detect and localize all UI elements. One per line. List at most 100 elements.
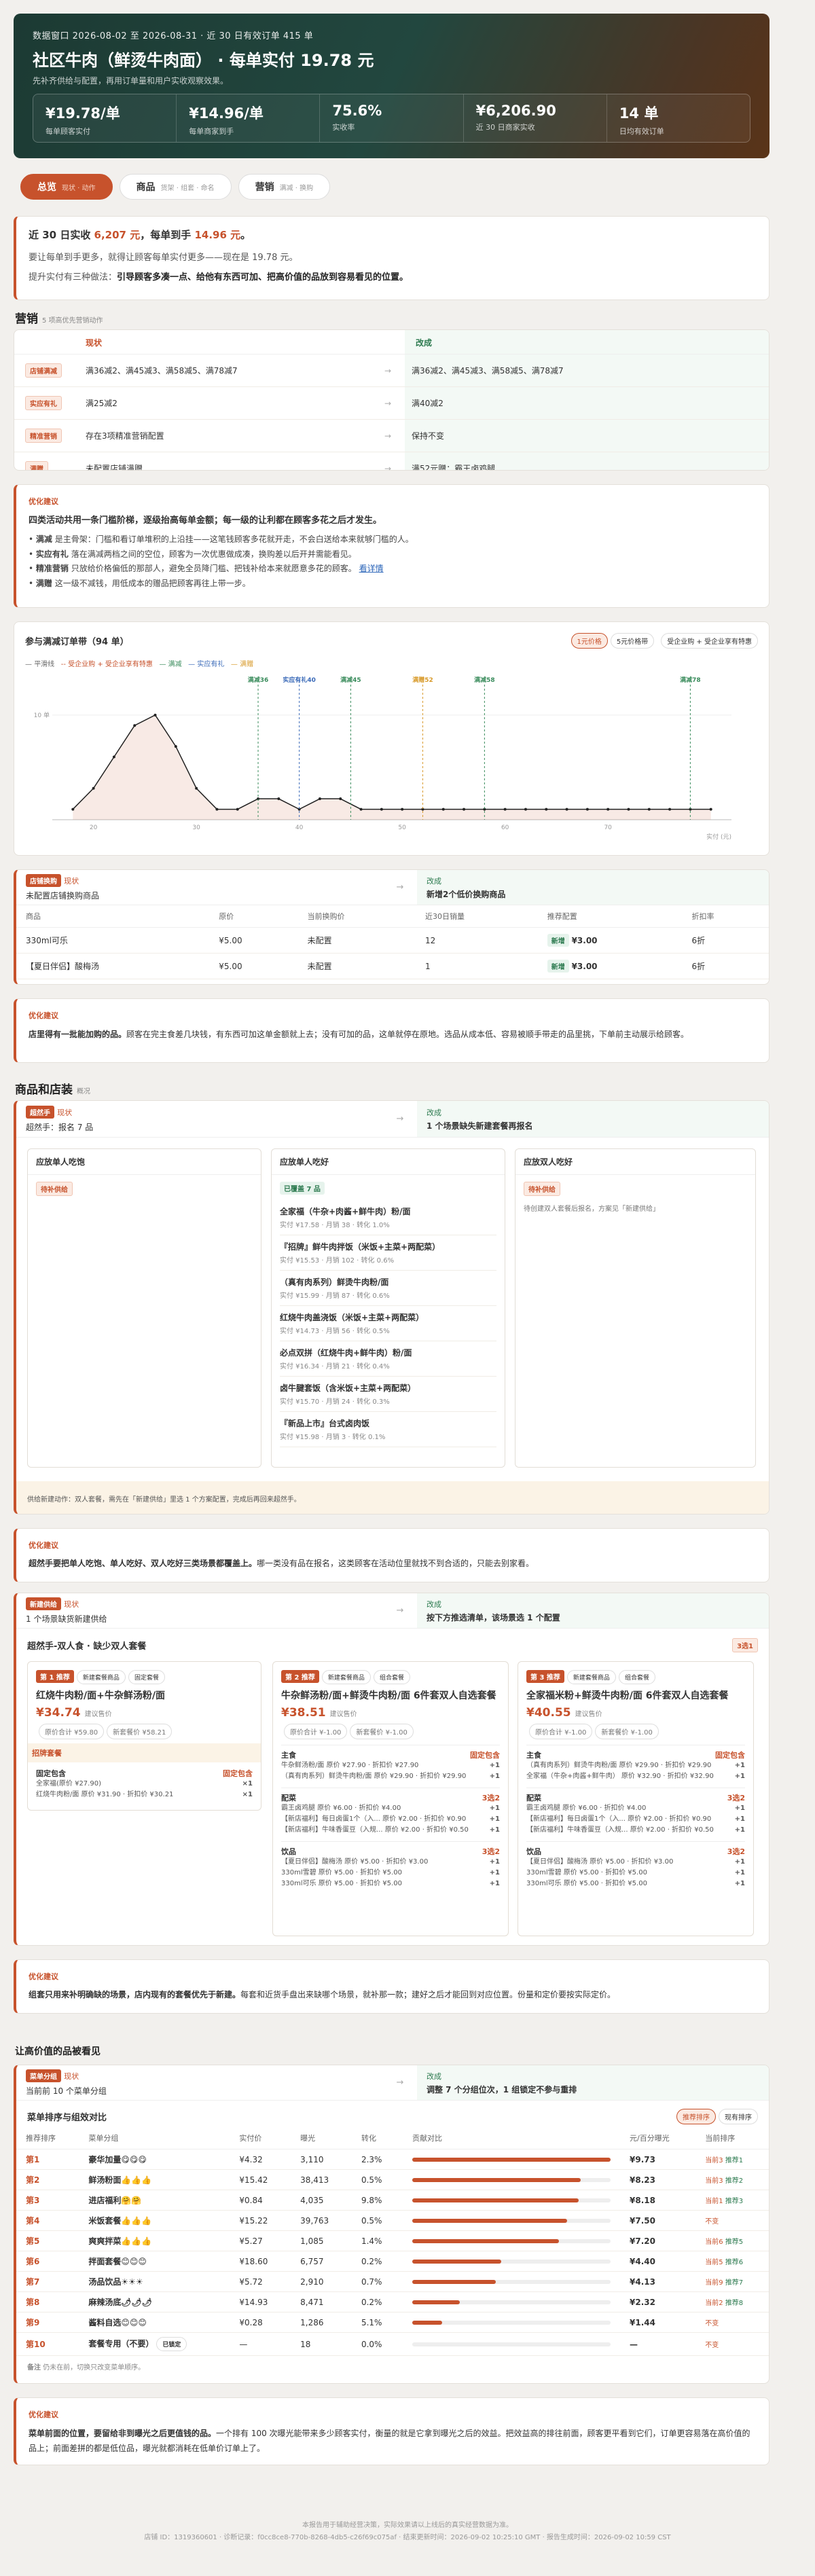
menu-table: 推荐排序 菜单分组 实付价 曝光 转化 贡献对比 元/百分曝光 当前排序 第1 豪华加量😋😋😋 ¥4… xyxy=(16,2127,769,2356)
threshold-label: 满减36 xyxy=(248,676,269,684)
list-item[interactable]: 必点双拼（红烧牛肉+鲜牛肉）粉/面 实付 ¥16.34 · 月销 21 · 转化 … xyxy=(280,1341,496,1377)
scene-single-good: 应放单人吃好 已覆盖 7 品 全家福（牛杂+肉酱+鲜牛肉）粉/面 实付 ¥17.5… xyxy=(271,1148,505,1468)
data-point xyxy=(174,745,177,748)
data-point xyxy=(668,808,672,811)
x-tick-label: 40 xyxy=(295,824,304,831)
package-option[interactable]: 第 1 推荐 新建套餐商品 固定套餐 红烧牛肉粉/面+牛杂鲜汤粉/面 ¥34.74 建议售… xyxy=(27,1661,261,1811)
contribution-bar xyxy=(412,2157,611,2162)
tab-goods[interactable]: 商品 货架 · 组套 · 命名 xyxy=(119,174,232,200)
list-item[interactable]: 卤牛腱套饭（含米饭+主菜+两配菜） 实付 ¥15.70 · 月销 24 · 转化 … xyxy=(280,1377,496,1412)
filter-btn[interactable]: 受企业购 + 受企业享有特惠 xyxy=(661,633,758,649)
contribution-bar xyxy=(412,2238,611,2243)
data-point xyxy=(401,808,404,811)
package-option[interactable]: 第 3 推荐 新建套餐商品 组合套餐 全家福米粉+鲜烫牛肉粉/面 6件套双人自选套餐 ¥… xyxy=(518,1661,754,1936)
table-row[interactable]: 第9 酱料自选😊😊😊 ¥0.28 1,286 5.1% ¥1.44 不变 xyxy=(16,2312,769,2333)
tab-overview[interactable]: 总览 现状 · 动作 xyxy=(20,174,113,200)
list-item[interactable]: 全家福（牛杂+肉酱+鲜牛肉）粉/面 实付 ¥17.58 · 月销 38 · 转化 … xyxy=(280,1200,496,1235)
table-row[interactable]: 实应有礼 满25减2 → 满40减2 xyxy=(14,387,769,420)
range-btn-5[interactable]: 5元价格带 xyxy=(610,633,655,649)
list-item[interactable]: 『新品上市』台式卤肉饭 实付 ¥15.98 · 月销 3 · 转化 0.1% xyxy=(280,1412,496,1447)
table-row[interactable]: 第6 拌面套餐😊😊😊 ¥18.60 6,757 0.2% ¥4.40 当前5 推荐6 xyxy=(16,2251,769,2272)
x-tick-label: 60 xyxy=(501,824,509,831)
chart-legend: — 平滑线 -- 受企业购 + 受企业享有特惠 — 满减 — 实应有礼 — 满赠 xyxy=(25,661,254,668)
data-point xyxy=(565,808,568,811)
data-point xyxy=(585,808,589,811)
table-row[interactable]: 【夏日伴侣】酸梅汤 ¥5.00 未配置 1 新增 ¥3.00 6折 xyxy=(16,953,769,979)
kpi-item: ¥6,206.90 近 30 日商家实收 xyxy=(464,94,607,142)
summary-card: 近 30 日实收 6,207 元，每单到手 14.96 元。 要让每单到手更多，… xyxy=(14,216,769,300)
scene-single-full: 应放单人吃饱 待补供给 xyxy=(27,1148,261,1468)
list-item[interactable]: （真有肉系列）鲜烫牛肉粉/面 实付 ¥15.99 · 月销 87 · 转化 0.6… xyxy=(280,1271,496,1306)
list-item[interactable]: 红烧牛肉盖浇饭（米饭+主菜+两配菜） 实付 ¥14.73 · 月销 56 · 转化… xyxy=(280,1306,496,1341)
area-fill xyxy=(73,714,711,820)
list-item[interactable]: 『招牌』鲜牛肉拌饭（米饭+主菜+两配菜） 实付 ¥15.53 · 月销 102 ·… xyxy=(280,1235,496,1271)
new-supply-card: 新建供给 现状 1 个场景缺货新建供给 → 改成 按下方推选清单，该场景选 1 个配… xyxy=(14,1593,769,1946)
data-point xyxy=(215,808,219,811)
data-point xyxy=(524,808,527,811)
data-point xyxy=(503,808,507,811)
threshold-label: 满赠52 xyxy=(412,676,433,684)
table-row[interactable]: 店铺满减 满36减2、满45减3、满58减5、满78减7 → 满36减2、满45减3、… xyxy=(14,355,769,387)
kpi-item: 75.6% 实收率 xyxy=(320,94,464,142)
threshold-label: 满减78 xyxy=(680,676,701,684)
hero-subtitle: 先补齐供给与配置，再用订单量和用户实收观察效果。 xyxy=(33,76,229,86)
table-row[interactable]: 精准营销 存在3项精准营销配置 → 保持不变 xyxy=(14,420,769,452)
threshold-label: 实应有礼40 xyxy=(283,676,316,684)
data-point xyxy=(71,808,75,811)
scene-double-good: 应放双人吃好 待补供给 待创建双人套餐后报名，方案见「新建供给」 xyxy=(515,1148,756,1468)
y-tick-label: 10 单 xyxy=(34,711,50,719)
table-row[interactable]: 第4 米饭套餐👍👍👍 ¥15.22 39,763 0.5% ¥7.50 不变 xyxy=(16,2210,769,2231)
data-point xyxy=(195,786,198,790)
table-row[interactable]: 第2 鲜汤粉面👍👍👍 ¥15.42 38,413 0.5% ¥8.23 当前3 推荐2 xyxy=(16,2169,769,2190)
advice-card: 优化建议 菜单前面的位置，要留给非到曝光之后更值钱的品。一个排有 100 次曝光… xyxy=(14,2397,769,2465)
data-point xyxy=(359,808,363,811)
section-tabs: 总览 现状 · 动作 商品 货架 · 组套 · 命名 营销 满减 · 换购 xyxy=(20,174,331,200)
hero-banner: 数据窗口 2026-08-02 至 2026-08-31 · 近 30 日有效订… xyxy=(14,14,769,158)
data-point xyxy=(318,797,321,801)
table-row[interactable]: 第10 套餐专用（不要） 已锁定 —18 0.0% — 不变 xyxy=(16,2332,769,2356)
table-row[interactable]: 满赠 未配置店铺满赠 → 满52元赠：霸王卤鸡腿 xyxy=(14,452,769,470)
sort-recommended-btn[interactable]: 推荐排序 xyxy=(676,2109,716,2124)
threshold-label: 满减58 xyxy=(474,676,495,684)
marketing-compare-table: 现状 改成 店铺满减 满36减2、满45减3、满58减5、满78减7 → 满36减2、满… xyxy=(14,329,769,471)
x-tick-label: 20 xyxy=(90,824,98,831)
contribution-bar xyxy=(412,2320,611,2325)
sort-current-btn[interactable]: 现有排序 xyxy=(719,2109,758,2124)
data-point xyxy=(92,786,95,790)
contribution-bar xyxy=(412,2300,611,2304)
advice-card: 优化建议 组套只用来补明确缺的场景，店内现有的套餐优先于新建。每套和近货手盘出来… xyxy=(14,1959,769,2014)
table-row[interactable]: 第1 豪华加量😋😋😋 ¥4.32 3,110 2.3% ¥9.73 当前3 推荐1 xyxy=(16,2149,769,2170)
chart-card: 参与满减订单带（94 单） 1元价格 5元价格带 受企业购 + 受企业享有特惠 — … xyxy=(14,621,769,856)
swap-table: 商品 原价 当前换购价 近30日销量 推荐配置 折扣率 330ml可乐 ¥5.00 未配置 12… xyxy=(16,905,769,979)
section-title-marketing: 营销 5 项高优先营销动作 xyxy=(15,312,103,326)
scene-note: 供给新建动作：双人套餐，需先在「新建供给」里选 1 个方案配置，完成后再回来超然… xyxy=(16,1481,769,1514)
kpi-item: 14 单日均有效订单 xyxy=(619,105,664,136)
detail-link[interactable]: 看详情 xyxy=(359,564,384,573)
advice-card: 优化建议 超然手要把单人吃饱、单人吃好、双人吃好三类场景都覆盖上。哪一类没有品在… xyxy=(14,1528,769,1582)
tab-marketing[interactable]: 营销 满减 · 换购 xyxy=(238,174,331,200)
contribution-bar xyxy=(412,2218,611,2223)
x-tick-label: 70 xyxy=(604,824,612,831)
contribution-bar xyxy=(412,2342,611,2346)
x-tick-label: 30 xyxy=(192,824,200,831)
kpi-item: ¥14.96/单 每单商家到手 xyxy=(177,94,321,142)
contribution-bar xyxy=(412,2177,611,2182)
data-point xyxy=(709,808,712,811)
table-row[interactable]: 第5 爽爽拌菜👍👍👍 ¥5.27 1,085 1.4% ¥7.20 当前6 推荐5 xyxy=(16,2230,769,2251)
range-btn-1[interactable]: 1元价格 xyxy=(570,633,608,649)
table-row[interactable]: 第3 进店福利🤗🤗 ¥0.84 4,035 9.8% ¥8.18 当前1 推荐3 xyxy=(16,2190,769,2211)
table-row[interactable]: 第8 麻辣汤底🌶🌶🌶 ¥14.93 8,471 0.2% ¥2.32 当前2 推荐8 xyxy=(16,2291,769,2312)
chart-plot: 10 单 满减36 实应有礼40 满减45 满赠52 满减58 满减78 20 30 40 50 60… xyxy=(34,676,731,841)
table-row[interactable]: 第7 汤品饮品☀☀☀ ¥5.72 2,910 0.7% ¥4.13 当前9 推荐7 xyxy=(16,2271,769,2292)
advice-card: 优化建议 四类活动共用一条门槛阶梯，逐级抬高每单金额；每一级的让利都在顾客多花之… xyxy=(14,484,769,608)
data-point xyxy=(133,724,137,727)
table-row[interactable]: 330ml可乐 ¥5.00 未配置 12 新增 ¥3.00 6折 xyxy=(16,927,769,954)
data-point xyxy=(606,808,610,811)
contribution-bar xyxy=(412,2198,611,2202)
data-point xyxy=(380,808,383,811)
section-title-goods: 商品和店装 概况 xyxy=(15,1083,90,1097)
kpi-item: ¥19.78/单 每单顾客实付 xyxy=(33,94,177,142)
data-point xyxy=(441,808,445,811)
package-option[interactable]: 第 2 推荐 新建套餐商品 组合套餐 牛杂鲜汤粉/面+鲜烫牛肉粉/面 6件套双人自选套… xyxy=(272,1661,509,1936)
x-axis-unit: 实付 (元) xyxy=(706,833,731,841)
